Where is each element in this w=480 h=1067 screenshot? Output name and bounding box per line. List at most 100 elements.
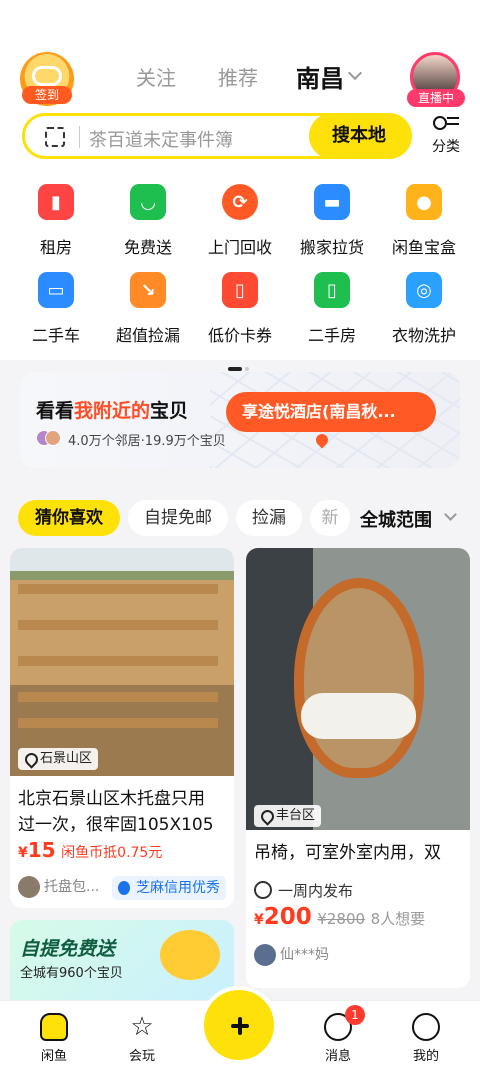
live-avatar-button[interactable]: 直播中 xyxy=(407,52,465,107)
service-label: 上门回收 xyxy=(207,238,272,257)
box-icon: ● xyxy=(406,184,442,220)
service-moving[interactable]: ▬ 搬家拉货 xyxy=(288,184,376,258)
live-label: 直播中 xyxy=(407,89,465,107)
signin-button[interactable]: 签到 xyxy=(20,52,74,106)
location-tag: 丰台区 xyxy=(254,805,322,827)
scan-icon[interactable] xyxy=(45,127,65,147)
tab-city[interactable]: 南昌 xyxy=(296,59,344,94)
service-label: 免费送 xyxy=(123,238,172,257)
chip-guess-you-like[interactable]: 猜你喜欢 xyxy=(18,500,120,536)
credit-badge: 芝麻信用优秀 xyxy=(112,876,226,900)
building-icon: ▮ xyxy=(38,184,74,220)
avatar xyxy=(18,876,40,898)
chip-bargain[interactable]: 捡漏 xyxy=(236,500,302,536)
scope-dropdown[interactable]: 全城范围 xyxy=(360,506,432,532)
service-label: 衣物洗护 xyxy=(391,326,456,345)
smile-icon xyxy=(412,1013,440,1041)
category-button[interactable]: 分类 xyxy=(424,116,468,156)
seller-name: 仙***妈 xyxy=(280,947,329,963)
price-value: 200 xyxy=(263,904,312,930)
service-used-car[interactable]: ▭ 二手车 xyxy=(12,272,100,346)
seller[interactable]: 托盘包... xyxy=(18,876,99,898)
tab-recommend[interactable]: 推荐 xyxy=(218,62,258,91)
nearby-stats: 4.0万个邻居·19.9万个宝贝 xyxy=(68,434,226,449)
gift-bag-icon: ◡ xyxy=(130,184,166,220)
nav-label: 我的 xyxy=(412,1049,439,1064)
product-title: 吊椅，可室外室内用，双 xyxy=(254,843,441,863)
nearby-title-suffix: 宝贝 xyxy=(150,400,189,422)
truck-icon: ▬ xyxy=(314,184,350,220)
service-label: 租房 xyxy=(39,238,72,257)
pickup-free-promo-card[interactable]: 自提免费送 全城有960个宝贝 xyxy=(10,920,234,1010)
nav-label: 闲鱼 xyxy=(40,1049,67,1064)
product-image-pallet xyxy=(10,548,234,776)
category-label: 分类 xyxy=(432,139,460,155)
product-image-hanging-chair xyxy=(246,548,470,830)
chevron-down-icon[interactable] xyxy=(444,508,457,521)
bag-arrow-icon: ↘ xyxy=(130,272,166,308)
search-input[interactable]: 茶百道未定事件簿 xyxy=(89,126,233,152)
car-icon: ▭ xyxy=(38,272,74,308)
coupon-icon: ▯ xyxy=(222,272,258,308)
message-badge: 1 xyxy=(345,1005,365,1025)
seller-name: 托盘包... xyxy=(44,879,100,895)
nearby-promo-pill[interactable]: 享途悦酒店(南昌秋... xyxy=(226,392,436,432)
price-value: 15 xyxy=(27,838,56,862)
service-label: 搬家拉货 xyxy=(299,238,364,257)
price: ¥200 ¥2800 8人想要 xyxy=(254,904,425,930)
service-laundry[interactable]: ◎ 衣物洗护 xyxy=(380,272,468,346)
search-button[interactable]: 搜本地 xyxy=(309,113,409,159)
promo-subtitle: 全城有960个宝贝 xyxy=(20,966,123,981)
original-price: ¥2800 xyxy=(317,910,366,928)
service-label: 超值捡漏 xyxy=(115,326,180,345)
chip-pickup-free-shipping[interactable]: 自提免邮 xyxy=(128,500,228,536)
product-title-line: 过一次，很牢固105X105 xyxy=(18,815,214,835)
neighbor-avatars xyxy=(36,430,62,446)
seller[interactable]: 仙***妈 xyxy=(254,944,329,966)
chip-new[interactable]: 新 xyxy=(310,500,350,536)
promo-title: 自提免费送 xyxy=(20,938,116,960)
star-face-icon: ☆ xyxy=(130,1012,154,1042)
product-card[interactable]: 石景山区 北京石景山区木托盘只用 过一次，很牢固105X105 ¥15 闲鱼币抵… xyxy=(10,548,234,908)
service-label: 低价卡券 xyxy=(207,326,272,345)
service-label: 闲鱼宝盒 xyxy=(391,238,456,257)
service-bargains[interactable]: ↘ 超值捡漏 xyxy=(104,272,192,346)
publish-time: 一周内发布 xyxy=(254,880,353,901)
nav-home[interactable]: 闲鱼 xyxy=(24,1013,84,1064)
search-divider xyxy=(79,126,80,148)
currency: ¥ xyxy=(254,912,264,928)
nav-me[interactable]: 我的 xyxy=(396,1013,456,1064)
nearby-title: 看看我附近的宝贝 xyxy=(36,396,188,423)
category-icon xyxy=(433,116,459,132)
page-dot-active xyxy=(228,367,242,371)
recycle-icon: ⟳ xyxy=(222,184,258,220)
service-rent[interactable]: ▮ 租房 xyxy=(12,184,100,258)
nearby-banner[interactable]: 看看我附近的宝贝 4.0万个邻居·19.9万个宝贝 享途悦酒店(南昌秋... xyxy=(20,372,460,468)
signin-label: 签到 xyxy=(22,86,72,104)
service-free-giveaway[interactable]: ◡ 免费送 xyxy=(104,184,192,258)
location-tag: 石景山区 xyxy=(18,748,99,770)
mascot-fish-icon xyxy=(160,930,220,980)
nav-label: 消息 xyxy=(324,1049,351,1064)
search-bar[interactable]: 茶百道未定事件簿 搜本地 xyxy=(22,113,412,159)
service-label: 二手车 xyxy=(31,326,80,345)
nearby-title-highlight: 我附近的 xyxy=(74,400,151,422)
service-coupons[interactable]: ▯ 低价卡券 xyxy=(196,272,284,346)
publish-plus-button[interactable] xyxy=(200,986,278,1064)
coin-note: 闲鱼币抵0.75元 xyxy=(61,845,163,861)
want-count: 8人想要 xyxy=(370,910,426,928)
nav-play[interactable]: ☆ 会玩 xyxy=(112,1013,172,1064)
signin-mascot-icon xyxy=(32,66,62,86)
price: ¥15 闲鱼币抵0.75元 xyxy=(18,838,162,862)
tab-follow[interactable]: 关注 xyxy=(136,62,176,91)
page-dot xyxy=(245,367,249,371)
nearby-title-prefix: 看看 xyxy=(36,400,75,422)
nav-label: 会玩 xyxy=(128,1049,155,1064)
door-icon: ▯ xyxy=(314,272,350,308)
product-title: 北京石景山区木托盘只用 过一次，很牢固105X105 xyxy=(18,786,214,838)
product-card[interactable]: 丰台区 吊椅，可室外室内用，双 一周内发布 ¥200 ¥2800 8人想要 仙*… xyxy=(246,548,470,988)
service-used-house[interactable]: ▯ 二手房 xyxy=(288,272,376,346)
service-mystery-box[interactable]: ● 闲鱼宝盒 xyxy=(380,184,468,258)
service-label: 二手房 xyxy=(307,326,356,345)
service-recycle[interactable]: ⟳ 上门回收 xyxy=(196,184,284,258)
